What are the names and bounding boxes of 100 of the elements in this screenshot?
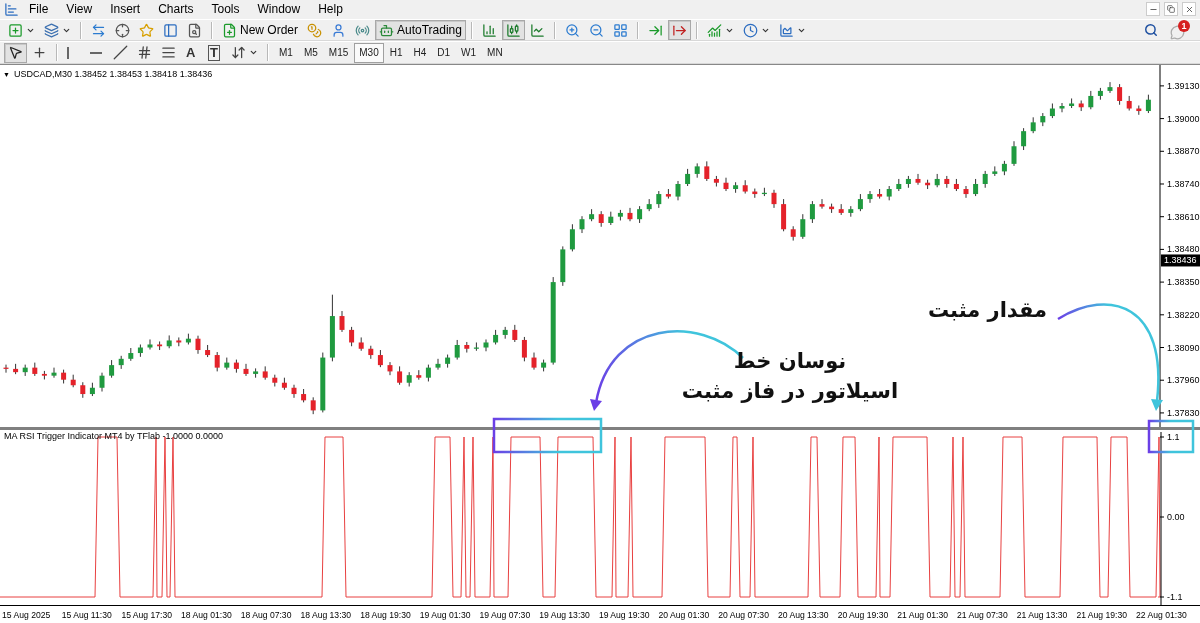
toolbar-button[interactable]: New Order xyxy=(218,20,302,41)
menu-item[interactable]: File xyxy=(21,0,57,19)
candlestick xyxy=(1021,127,1027,151)
time-label: 15 Aug 11:30 xyxy=(60,609,113,620)
highlight-frame xyxy=(1147,419,1195,454)
candlestick xyxy=(51,367,57,379)
notifications-button[interactable]: 1 xyxy=(1170,20,1190,41)
candlestick xyxy=(291,384,297,399)
timeframe-button[interactable]: M1 xyxy=(274,42,298,63)
time-label: 18 Aug 19:30 xyxy=(359,609,412,620)
candlestick xyxy=(339,310,345,333)
price-label: 1.39000 xyxy=(1167,113,1200,124)
indicator-axis-label: -1.1 xyxy=(1167,592,1183,602)
price-label: 1.37830 xyxy=(1167,407,1200,418)
annotation-text: اسیلاتور در فاز مثبت xyxy=(681,378,899,405)
file-plus-icon xyxy=(222,22,237,38)
text-label-tool-button[interactable]: T xyxy=(204,42,226,63)
minimize-button[interactable] xyxy=(1146,2,1160,17)
candlestick xyxy=(435,358,441,371)
indicator-axis-label: 1.1 xyxy=(1167,432,1180,442)
candlestick xyxy=(1145,94,1151,114)
menu-item[interactable]: Charts xyxy=(150,0,202,19)
candlestick-icon xyxy=(505,22,521,38)
timeframe-button[interactable]: W1 xyxy=(456,42,482,63)
time-label: 19 Aug 07:30 xyxy=(478,609,532,620)
time-label: 20 Aug 13:30 xyxy=(776,609,830,620)
zoom-in-icon xyxy=(564,22,580,38)
candlestick xyxy=(963,185,969,199)
candlestick xyxy=(819,198,825,210)
price-label: 1.38220 xyxy=(1167,309,1200,320)
time-label: 15 Aug 17:30 xyxy=(120,609,174,620)
candlestick xyxy=(1011,140,1017,167)
fibonacci-icon xyxy=(161,45,176,61)
app-icon xyxy=(4,1,19,17)
candlestick xyxy=(915,173,921,186)
menu-item[interactable]: Insert xyxy=(102,0,149,19)
price-label: 1.38740 xyxy=(1167,179,1200,189)
restore-icon xyxy=(1167,5,1175,14)
horizontal-line-icon xyxy=(90,51,102,54)
time-label: 21 Aug 19:30 xyxy=(1075,609,1129,620)
trend-line-icon xyxy=(113,45,128,61)
toolbar-button[interactable] xyxy=(4,42,27,63)
crosshair-icon xyxy=(115,22,130,38)
candlestick xyxy=(569,223,575,252)
user-icon xyxy=(331,22,346,38)
plus-square-icon xyxy=(8,22,23,38)
price-label: 1.38610 xyxy=(1167,211,1200,222)
timeframe-button[interactable]: M5 xyxy=(298,42,323,63)
timeframe-button[interactable]: MN xyxy=(482,42,508,63)
grid-icon xyxy=(612,22,628,38)
time-label: 15 Aug 2025 xyxy=(1,609,52,620)
indicator-axis-label: 0.00 xyxy=(1167,512,1185,522)
menu-item[interactable]: Help xyxy=(310,0,351,19)
price-label: 1.38480 xyxy=(1167,244,1200,255)
time-label: 19 Aug 19:30 xyxy=(597,609,651,620)
time-label: 18 Aug 07:30 xyxy=(239,609,293,620)
indicator-title: MA RSI Trigger Indicator MT4 by TFlab -1.0000 0.0000 xyxy=(4,431,223,441)
candlestick xyxy=(195,335,201,355)
current-price-tag: 1.38436 xyxy=(1161,254,1200,267)
menu-item[interactable]: View xyxy=(58,0,101,19)
price-label: 1.38870 xyxy=(1167,146,1200,157)
candlestick xyxy=(1117,83,1123,106)
time-label: 20 Aug 07:30 xyxy=(717,609,770,620)
candlestick xyxy=(214,351,220,372)
candlestick xyxy=(521,336,527,362)
candlestick xyxy=(349,326,355,347)
candlestick xyxy=(675,180,681,201)
text-tool-button[interactable]: A xyxy=(181,42,203,63)
search-icon[interactable] xyxy=(1144,23,1158,38)
clock-icon xyxy=(742,22,758,38)
arrows-icon xyxy=(231,45,246,61)
menu-item[interactable]: Tools xyxy=(203,0,248,19)
restore-button[interactable] xyxy=(1164,2,1178,17)
candlestick xyxy=(800,213,806,240)
zoom-out-icon xyxy=(588,22,604,38)
letter-icon: A xyxy=(185,45,197,60)
candlestick xyxy=(483,338,489,352)
menu-item[interactable]: Window xyxy=(249,0,309,19)
close-button[interactable] xyxy=(1182,2,1196,17)
candlestick xyxy=(147,338,153,351)
timeframe-button[interactable]: M15 xyxy=(323,42,354,63)
time-label: 20 Aug 01:30 xyxy=(657,609,711,620)
timeframe-button[interactable]: D1 xyxy=(432,42,456,63)
annotation-text: نوسان خط xyxy=(733,348,847,375)
price-label: 1.39130 xyxy=(1167,80,1200,91)
panel-icon xyxy=(163,22,178,38)
timeframe-button[interactable]: H4 xyxy=(408,42,432,63)
candlestick xyxy=(723,177,729,192)
candlestick xyxy=(387,361,393,376)
candlestick xyxy=(1059,102,1065,113)
candlestick xyxy=(867,190,873,204)
candlestick xyxy=(627,207,633,222)
toolbar-button[interactable]: AutoTrading xyxy=(375,20,466,41)
price-label: 1.38090 xyxy=(1167,342,1200,353)
channel-icon xyxy=(137,45,152,61)
close-icon xyxy=(1184,4,1194,14)
time-label: 21 Aug 13:30 xyxy=(1015,609,1069,620)
timeframe-button[interactable]: H1 xyxy=(384,42,408,63)
chat-icon xyxy=(1170,25,1185,41)
timeframe-button[interactable]: M30 xyxy=(354,42,384,63)
